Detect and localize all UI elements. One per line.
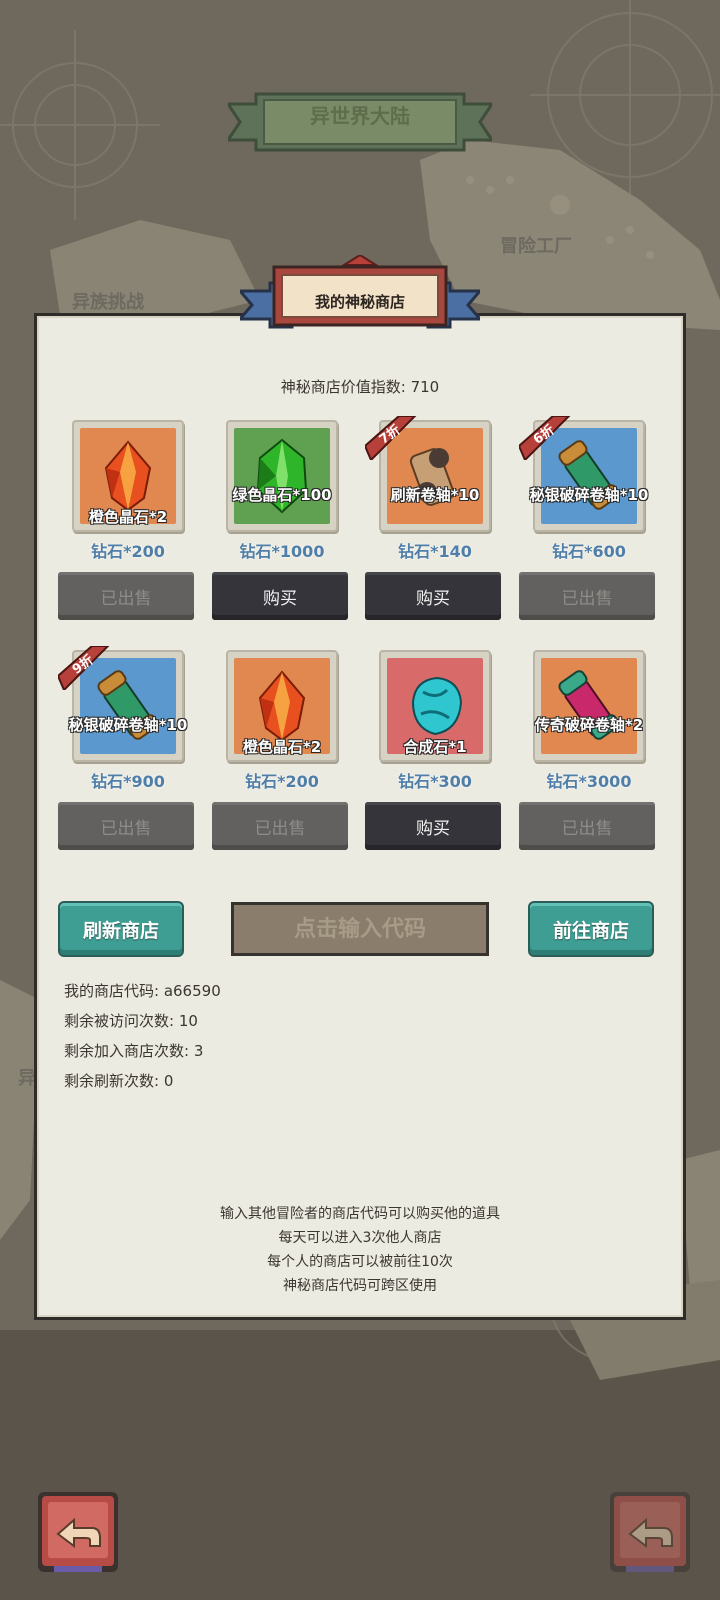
- shop-note: 输入其他冒险者的商店代码可以购买他的道具: [220, 1206, 500, 1222]
- shop-item-price: 钻石*3000: [546, 772, 632, 791]
- shop-note: 每天可以进入3次他人商店: [278, 1230, 442, 1246]
- shop-item-name: 橙色晶石*2: [242, 738, 322, 756]
- joins-left: 剩余加入商店次数: 3: [64, 1042, 204, 1060]
- shop-item-name: 秘银破碎卷轴*10: [529, 486, 649, 504]
- sold-out-button[interactable]: 已出售: [58, 802, 194, 850]
- shop-item-frame[interactable]: 绿色晶石*100: [226, 420, 338, 532]
- map-location-adventure-factory[interactable]: 冒险工厂: [500, 232, 572, 258]
- green-crystal-icon: [256, 438, 308, 514]
- shop-note: 每个人的商店可以被前往10次: [267, 1254, 453, 1270]
- refresh-left: 剩余刷新次数: 0: [64, 1072, 174, 1090]
- map-region-title: 异世界大陆: [310, 104, 410, 128]
- shop-item-name: 刷新卷轴*10: [390, 486, 480, 504]
- sold-out-button[interactable]: 已出售: [212, 802, 348, 850]
- buy-button[interactable]: 购买: [212, 572, 348, 620]
- shop-item-name: 绿色晶石*100: [232, 486, 332, 504]
- sold-out-button[interactable]: 已出售: [519, 572, 655, 620]
- shop-item-frame[interactable]: 橙色晶石*2: [226, 650, 338, 762]
- goto-shop-button[interactable]: 前往商店: [528, 901, 654, 957]
- back-arrow-icon[interactable]: [608, 1490, 692, 1574]
- shop-item-price: 钻石*200: [91, 542, 165, 561]
- shop-item-price: 钻石*1000: [239, 542, 325, 561]
- shop-item-price: 钻石*600: [552, 542, 626, 561]
- shop-item-frame[interactable]: 合成石*1: [379, 650, 491, 762]
- sold-out-button[interactable]: 已出售: [58, 572, 194, 620]
- shop-item-name: 合成石*1: [403, 738, 467, 756]
- map-location-alien-challenge[interactable]: 异族挑战: [72, 288, 144, 314]
- shop-note: 神秘商店代码可跨区使用: [283, 1278, 437, 1294]
- shop-title: 我的神秘商店: [314, 293, 405, 311]
- shop-item-name: 秘银破碎卷轴*10: [68, 716, 188, 734]
- refresh-shop-button[interactable]: 刷新商店: [58, 901, 184, 957]
- back-arrow-icon[interactable]: [36, 1490, 120, 1574]
- visits-left: 剩余被访问次数: 10: [64, 1012, 198, 1030]
- shop-item-frame[interactable]: 传奇破碎卷轴*2: [533, 650, 645, 762]
- shop-item-price: 钻石*900: [91, 772, 165, 791]
- my-shop-code: 我的商店代码: a66590: [64, 982, 221, 1000]
- shop-item-name: 橙色晶石*2: [88, 508, 168, 526]
- buy-button[interactable]: 购买: [365, 572, 501, 620]
- buy-button[interactable]: 购买: [365, 802, 501, 850]
- shop-item-price: 钻石*140: [398, 542, 472, 561]
- shop-item-frame[interactable]: 橙色晶石*2: [72, 420, 184, 532]
- sold-out-button[interactable]: 已出售: [519, 802, 655, 850]
- legendary-scroll-icon: [558, 670, 620, 740]
- shop-code-input[interactable]: [231, 902, 489, 956]
- shop-item-price: 钻石*300: [398, 772, 472, 791]
- shop-item-price: 钻石*200: [245, 772, 319, 791]
- shop-value-index: 神秘商店价值指数: 710: [280, 378, 440, 396]
- shop-item-name: 传奇破碎卷轴*2: [534, 716, 644, 734]
